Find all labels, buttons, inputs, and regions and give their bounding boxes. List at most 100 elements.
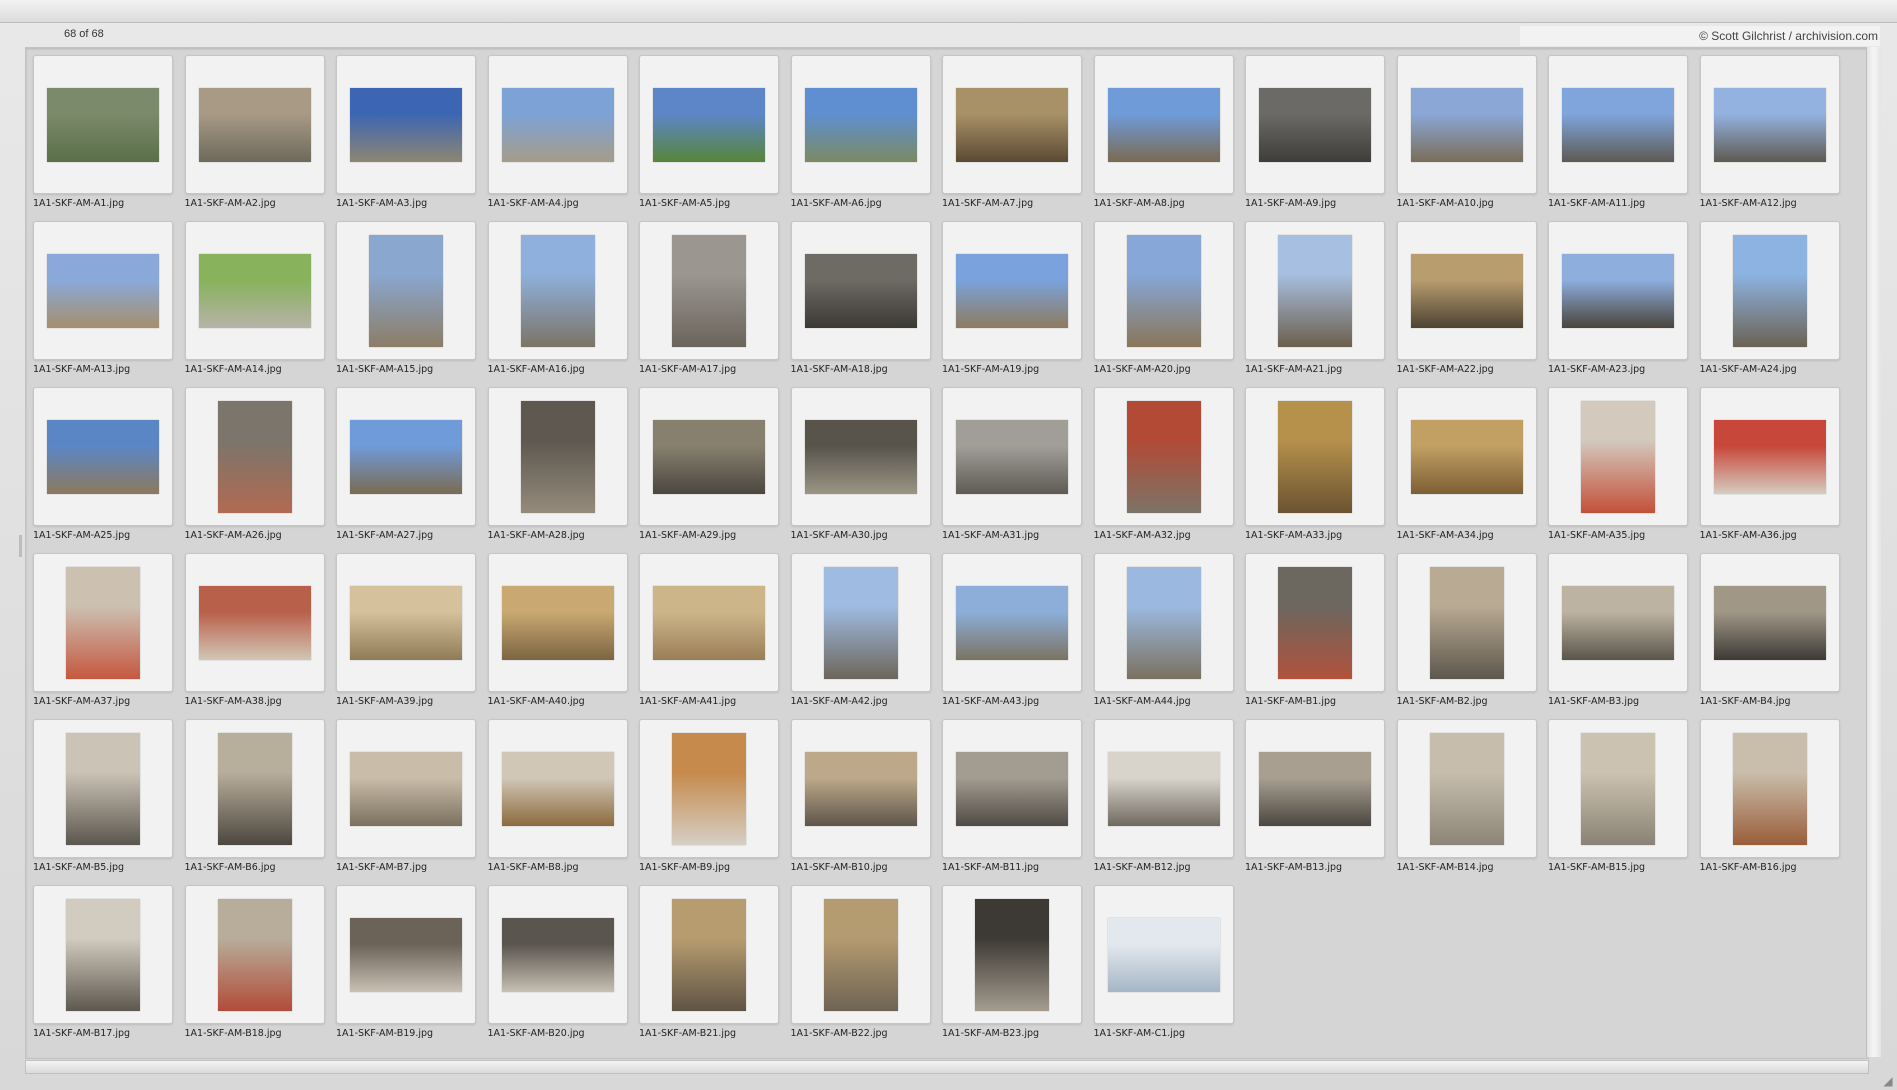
thumbnail-frame[interactable] <box>336 719 476 858</box>
thumbnail-frame[interactable] <box>1699 719 1840 858</box>
thumbnail-item[interactable]: 1A1-SKF-AM-A13.jpg <box>27 215 173 381</box>
thumbnail-image[interactable] <box>350 917 462 992</box>
thumbnail-item[interactable]: 1A1-SKF-AM-A33.jpg <box>1239 381 1385 547</box>
thumbnail-image[interactable] <box>956 253 1068 328</box>
thumbnail-frame[interactable] <box>33 55 173 194</box>
thumbnail-frame[interactable] <box>33 719 173 858</box>
thumbnail-frame[interactable] <box>184 553 325 692</box>
thumbnail-item[interactable]: 1A1-SKF-AM-A3.jpg <box>330 49 476 215</box>
thumbnail-item[interactable]: 1A1-SKF-AM-B23.jpg <box>936 879 1082 1045</box>
thumbnail-item[interactable]: 1A1-SKF-AM-B16.jpg <box>1694 713 1840 879</box>
thumbnail-item[interactable]: 1A1-SKF-AM-C1.jpg <box>1088 879 1234 1045</box>
thumbnail-image[interactable] <box>1410 419 1523 494</box>
thumbnail-image[interactable] <box>1429 566 1504 679</box>
thumbnail-item[interactable]: 1A1-SKF-AM-A29.jpg <box>633 381 779 547</box>
thumbnail-item[interactable]: 1A1-SKF-AM-A11.jpg <box>1542 49 1688 215</box>
thumbnail-item[interactable]: 1A1-SKF-AM-A41.jpg <box>633 547 779 713</box>
thumbnail-image[interactable] <box>1107 751 1220 826</box>
thumbnail-frame[interactable] <box>1245 55 1385 194</box>
thumbnail-frame[interactable] <box>336 55 476 194</box>
thumbnail-frame[interactable] <box>639 885 779 1024</box>
thumbnail-item[interactable]: 1A1-SKF-AM-B22.jpg <box>785 879 931 1045</box>
thumbnail-frame[interactable] <box>790 387 931 526</box>
thumbnail-image[interactable] <box>1259 87 1371 162</box>
thumbnail-item[interactable]: 1A1-SKF-AM-B2.jpg <box>1391 547 1537 713</box>
thumbnail-frame[interactable] <box>639 55 779 194</box>
thumbnail-item[interactable]: 1A1-SKF-AM-A8.jpg <box>1088 49 1234 215</box>
thumbnail-item[interactable]: 1A1-SKF-AM-B19.jpg <box>330 879 476 1045</box>
thumbnail-item[interactable]: 1A1-SKF-AM-A26.jpg <box>179 381 325 547</box>
thumbnail-frame[interactable] <box>336 553 476 692</box>
thumbnail-item[interactable]: 1A1-SKF-AM-A25.jpg <box>27 381 173 547</box>
thumbnail-frame[interactable] <box>336 221 476 360</box>
thumbnail-frame[interactable] <box>487 885 628 1024</box>
thumbnail-item[interactable]: 1A1-SKF-AM-A43.jpg <box>936 547 1082 713</box>
thumbnail-item[interactable]: 1A1-SKF-AM-A36.jpg <box>1694 381 1840 547</box>
thumbnail-frame[interactable] <box>1548 221 1688 360</box>
thumbnail-frame[interactable] <box>942 221 1082 360</box>
thumbnail-item[interactable]: 1A1-SKF-AM-A7.jpg <box>936 49 1082 215</box>
thumbnail-image[interactable] <box>956 419 1068 494</box>
thumbnail-frame[interactable] <box>639 387 779 526</box>
thumbnail-frame[interactable] <box>639 221 779 360</box>
thumbnail-item[interactable]: 1A1-SKF-AM-B1.jpg <box>1239 547 1385 713</box>
thumbnail-image[interactable] <box>350 419 462 494</box>
thumbnail-frame[interactable] <box>487 221 628 360</box>
thumbnail-item[interactable]: 1A1-SKF-AM-B12.jpg <box>1088 713 1234 879</box>
thumbnail-image[interactable] <box>501 585 614 660</box>
thumbnail-image[interactable] <box>1107 87 1220 162</box>
thumbnail-frame[interactable] <box>1093 719 1234 858</box>
thumbnail-item[interactable]: 1A1-SKF-AM-A42.jpg <box>785 547 931 713</box>
thumbnail-frame[interactable] <box>33 387 173 526</box>
thumbnail-frame[interactable] <box>942 885 1082 1024</box>
thumbnail-item[interactable]: 1A1-SKF-AM-A22.jpg <box>1391 215 1537 381</box>
thumbnail-frame[interactable] <box>1396 55 1537 194</box>
thumbnail-item[interactable]: 1A1-SKF-AM-B21.jpg <box>633 879 779 1045</box>
thumbnail-item[interactable]: 1A1-SKF-AM-B6.jpg <box>179 713 325 879</box>
thumbnail-image[interactable] <box>66 566 140 679</box>
thumbnail-item[interactable]: 1A1-SKF-AM-B3.jpg <box>1542 547 1688 713</box>
vertical-scrollbar[interactable] <box>1866 47 1881 1057</box>
thumbnail-image[interactable] <box>198 585 311 660</box>
thumbnail-item[interactable]: 1A1-SKF-AM-A14.jpg <box>179 215 325 381</box>
thumbnail-image[interactable] <box>369 234 443 347</box>
thumbnail-image[interactable] <box>350 87 462 162</box>
thumbnail-frame[interactable] <box>33 553 173 692</box>
thumbnail-image[interactable] <box>501 917 614 992</box>
thumbnail-item[interactable]: 1A1-SKF-AM-A5.jpg <box>633 49 779 215</box>
thumbnail-frame[interactable] <box>1093 55 1234 194</box>
thumbnail-image[interactable] <box>1581 732 1655 845</box>
thumbnail-frame[interactable] <box>942 387 1082 526</box>
thumbnail-image[interactable] <box>653 87 765 162</box>
thumbnail-item[interactable]: 1A1-SKF-AM-A2.jpg <box>179 49 325 215</box>
thumbnail-item[interactable]: 1A1-SKF-AM-A31.jpg <box>936 381 1082 547</box>
thumbnail-image[interactable] <box>804 419 917 494</box>
thumbnail-image[interactable] <box>520 400 595 513</box>
thumbnail-item[interactable]: 1A1-SKF-AM-A6.jpg <box>785 49 931 215</box>
thumbnail-item[interactable]: 1A1-SKF-AM-A18.jpg <box>785 215 931 381</box>
thumbnail-image[interactable] <box>520 234 595 347</box>
thumbnail-item[interactable]: 1A1-SKF-AM-A28.jpg <box>482 381 628 547</box>
thumbnail-item[interactable]: 1A1-SKF-AM-A20.jpg <box>1088 215 1234 381</box>
thumbnail-frame[interactable] <box>1548 55 1688 194</box>
thumbnail-frame[interactable] <box>1245 221 1385 360</box>
thumbnail-image[interactable] <box>1581 400 1655 513</box>
thumbnail-frame[interactable] <box>184 55 325 194</box>
thumbnail-image[interactable] <box>956 585 1068 660</box>
thumbnail-frame[interactable] <box>487 553 628 692</box>
thumbnail-item[interactable]: 1A1-SKF-AM-A39.jpg <box>330 547 476 713</box>
thumbnail-item[interactable]: 1A1-SKF-AM-A12.jpg <box>1694 49 1840 215</box>
thumbnail-image[interactable] <box>1562 585 1674 660</box>
thumbnail-image[interactable] <box>1278 234 1352 347</box>
thumbnail-frame[interactable] <box>790 221 931 360</box>
thumbnail-item[interactable]: 1A1-SKF-AM-B8.jpg <box>482 713 628 879</box>
thumbnail-frame[interactable] <box>184 885 325 1024</box>
thumbnail-item[interactable]: 1A1-SKF-AM-B7.jpg <box>330 713 476 879</box>
thumbnail-image[interactable] <box>672 732 746 845</box>
thumbnail-image[interactable] <box>47 87 159 162</box>
thumbnail-image[interactable] <box>956 751 1068 826</box>
thumbnail-item[interactable]: 1A1-SKF-AM-A16.jpg <box>482 215 628 381</box>
thumbnail-item[interactable]: 1A1-SKF-AM-A37.jpg <box>27 547 173 713</box>
thumbnail-frame[interactable] <box>1699 221 1840 360</box>
thumbnail-frame[interactable] <box>1396 221 1537 360</box>
